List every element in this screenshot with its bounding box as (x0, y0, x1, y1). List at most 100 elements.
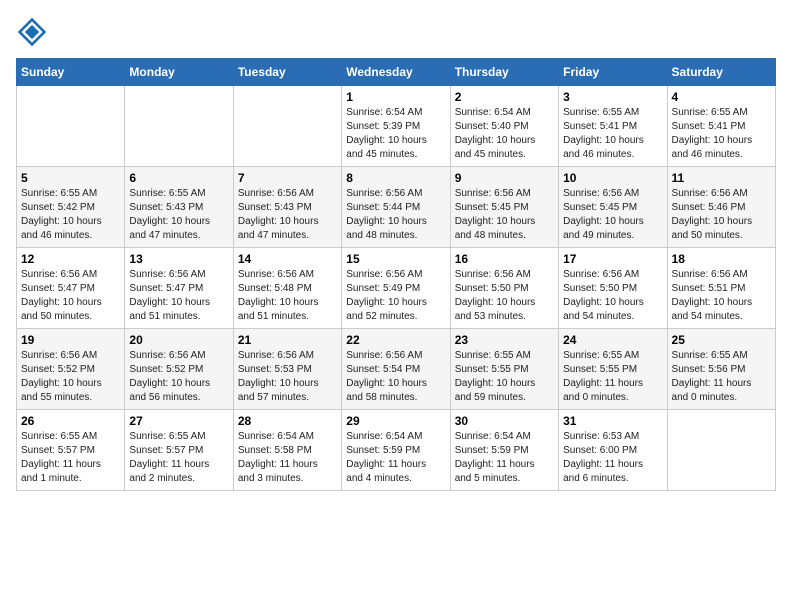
calendar-cell: 5Sunrise: 6:55 AM Sunset: 5:42 PM Daylig… (17, 167, 125, 248)
day-number: 5 (21, 171, 120, 185)
day-number: 26 (21, 414, 120, 428)
day-content: Sunrise: 6:56 AM Sunset: 5:43 PM Dayligh… (238, 187, 337, 243)
day-number: 24 (563, 333, 662, 347)
day-content: Sunrise: 6:56 AM Sunset: 5:48 PM Dayligh… (238, 268, 337, 324)
calendar-cell: 18Sunrise: 6:56 AM Sunset: 5:51 PM Dayli… (667, 248, 775, 329)
day-number: 16 (455, 252, 554, 266)
day-content: Sunrise: 6:56 AM Sunset: 5:45 PM Dayligh… (563, 187, 662, 243)
day-number: 17 (563, 252, 662, 266)
calendar-cell: 27Sunrise: 6:55 AM Sunset: 5:57 PM Dayli… (125, 410, 233, 491)
day-number: 19 (21, 333, 120, 347)
day-number: 22 (346, 333, 445, 347)
day-content: Sunrise: 6:56 AM Sunset: 5:45 PM Dayligh… (455, 187, 554, 243)
calendar-cell: 16 Sunrise: 6:56 AM Sunset: 5:50 PM Dayli… (450, 248, 558, 329)
day-content: Sunrise: 6:55 AM Sunset: 5:56 PM Dayligh… (672, 349, 771, 405)
day-number: 2 (455, 90, 554, 104)
calendar-cell: 23Sunrise: 6:55 AM Sunset: 5:55 PM Dayli… (450, 329, 558, 410)
day-number: 29 (346, 414, 445, 428)
day-number: 28 (238, 414, 337, 428)
day-number: 11 (672, 171, 771, 185)
day-number: 3 (563, 90, 662, 104)
day-number: 21 (238, 333, 337, 347)
day-number: 23 (455, 333, 554, 347)
calendar-week-row: 5Sunrise: 6:55 AM Sunset: 5:42 PM Daylig… (17, 167, 776, 248)
day-number: 10 (563, 171, 662, 185)
calendar-cell: 14 Sunrise: 6:56 AM Sunset: 5:48 PM Dayli… (233, 248, 341, 329)
day-number: 1 (346, 90, 445, 104)
day-content: Sunrise: 6:54 AM Sunset: 5:40 PM Dayligh… (455, 106, 554, 162)
calendar-cell: 6 Sunrise: 6:55 AM Sunset: 5:43 PM Daylig… (125, 167, 233, 248)
day-number: 7 (238, 171, 337, 185)
weekday-header: Friday (559, 59, 667, 86)
calendar-table: SundayMondayTuesdayWednesdayThursdayFrid… (16, 58, 776, 491)
day-content: Sunrise: 6:56 AM Sunset: 5:49 PM Dayligh… (346, 268, 445, 324)
weekday-header: Sunday (17, 59, 125, 86)
day-number: 27 (129, 414, 228, 428)
day-content: Sunrise: 6:54 AM Sunset: 5:59 PM Dayligh… (455, 430, 554, 486)
calendar-cell: 17 Sunrise: 6:56 AM Sunset: 5:50 PM Dayli… (559, 248, 667, 329)
day-number: 12 (21, 252, 120, 266)
calendar-cell: 22Sunrise: 6:56 AM Sunset: 5:54 PM Dayli… (342, 329, 450, 410)
weekday-header: Thursday (450, 59, 558, 86)
calendar-cell: 30 Sunrise: 6:54 AM Sunset: 5:59 PM Dayli… (450, 410, 558, 491)
day-number: 15 (346, 252, 445, 266)
day-content: Sunrise: 6:56 AM Sunset: 5:50 PM Dayligh… (563, 268, 662, 324)
day-content: Sunrise: 6:54 AM Sunset: 5:58 PM Dayligh… (238, 430, 337, 486)
calendar-cell: 8 Sunrise: 6:56 AM Sunset: 5:44 PM Daylig… (342, 167, 450, 248)
calendar-cell: 28 Sunrise: 6:54 AM Sunset: 5:58 PM Dayli… (233, 410, 341, 491)
day-number: 9 (455, 171, 554, 185)
day-number: 31 (563, 414, 662, 428)
calendar-cell (125, 86, 233, 167)
day-number: 30 (455, 414, 554, 428)
calendar-cell: 21 Sunrise: 6:56 AM Sunset: 5:53 PM Dayli… (233, 329, 341, 410)
day-content: Sunrise: 6:56 AM Sunset: 5:52 PM Dayligh… (129, 349, 228, 405)
weekday-header-row: SundayMondayTuesdayWednesdayThursdayFrid… (17, 59, 776, 86)
calendar-cell: 19 Sunrise: 6:56 AM Sunset: 5:52 PM Dayli… (17, 329, 125, 410)
calendar-cell: 31 Sunrise: 6:53 AM Sunset: 6:00 PM Dayli… (559, 410, 667, 491)
day-number: 4 (672, 90, 771, 104)
weekday-header: Monday (125, 59, 233, 86)
calendar-cell: 11 Sunrise: 6:56 AM Sunset: 5:46 PM Dayli… (667, 167, 775, 248)
day-content: Sunrise: 6:56 AM Sunset: 5:53 PM Dayligh… (238, 349, 337, 405)
weekday-header: Saturday (667, 59, 775, 86)
calendar-week-row: 19 Sunrise: 6:56 AM Sunset: 5:52 PM Dayli… (17, 329, 776, 410)
calendar-cell: 7 Sunrise: 6:56 AM Sunset: 5:43 PM Daylig… (233, 167, 341, 248)
day-content: Sunrise: 6:55 AM Sunset: 5:57 PM Dayligh… (21, 430, 120, 486)
calendar-cell (233, 86, 341, 167)
day-number: 13 (129, 252, 228, 266)
day-number: 25 (672, 333, 771, 347)
day-content: Sunrise: 6:56 AM Sunset: 5:52 PM Dayligh… (21, 349, 120, 405)
page-header (16, 16, 776, 48)
calendar-cell: 3Sunrise: 6:55 AM Sunset: 5:41 PM Daylig… (559, 86, 667, 167)
day-content: Sunrise: 6:56 AM Sunset: 5:47 PM Dayligh… (21, 268, 120, 324)
day-content: Sunrise: 6:55 AM Sunset: 5:43 PM Dayligh… (129, 187, 228, 243)
calendar-week-row: 26 Sunrise: 6:55 AM Sunset: 5:57 PM Dayli… (17, 410, 776, 491)
day-content: Sunrise: 6:56 AM Sunset: 5:51 PM Dayligh… (672, 268, 771, 324)
calendar-cell: 20Sunrise: 6:56 AM Sunset: 5:52 PM Dayli… (125, 329, 233, 410)
logo-icon (16, 16, 48, 48)
calendar-cell (667, 410, 775, 491)
calendar-week-row: 1Sunrise: 6:54 AM Sunset: 5:39 PM Daylig… (17, 86, 776, 167)
day-content: Sunrise: 6:55 AM Sunset: 5:41 PM Dayligh… (672, 106, 771, 162)
day-content: Sunrise: 6:56 AM Sunset: 5:50 PM Dayligh… (455, 268, 554, 324)
day-content: Sunrise: 6:56 AM Sunset: 5:44 PM Dayligh… (346, 187, 445, 243)
day-content: Sunrise: 6:56 AM Sunset: 5:47 PM Dayligh… (129, 268, 228, 324)
day-content: Sunrise: 6:54 AM Sunset: 5:59 PM Dayligh… (346, 430, 445, 486)
calendar-cell: 4 Sunrise: 6:55 AM Sunset: 5:41 PM Daylig… (667, 86, 775, 167)
calendar-cell: 25 Sunrise: 6:55 AM Sunset: 5:56 PM Dayli… (667, 329, 775, 410)
calendar-cell: 2 Sunrise: 6:54 AM Sunset: 5:40 PM Daylig… (450, 86, 558, 167)
calendar-cell: 24 Sunrise: 6:55 AM Sunset: 5:55 PM Dayli… (559, 329, 667, 410)
calendar-cell: 15 Sunrise: 6:56 AM Sunset: 5:49 PM Dayli… (342, 248, 450, 329)
day-number: 8 (346, 171, 445, 185)
day-number: 6 (129, 171, 228, 185)
day-content: Sunrise: 6:56 AM Sunset: 5:46 PM Dayligh… (672, 187, 771, 243)
calendar-cell: 29 Sunrise: 6:54 AM Sunset: 5:59 PM Dayli… (342, 410, 450, 491)
day-content: Sunrise: 6:55 AM Sunset: 5:55 PM Dayligh… (563, 349, 662, 405)
calendar-cell: 1Sunrise: 6:54 AM Sunset: 5:39 PM Daylig… (342, 86, 450, 167)
calendar-cell: 9 Sunrise: 6:56 AM Sunset: 5:45 PM Daylig… (450, 167, 558, 248)
calendar-cell: 12 Sunrise: 6:56 AM Sunset: 5:47 PM Dayli… (17, 248, 125, 329)
calendar-cell: 10 Sunrise: 6:56 AM Sunset: 5:45 PM Dayli… (559, 167, 667, 248)
day-content: Sunrise: 6:53 AM Sunset: 6:00 PM Dayligh… (563, 430, 662, 486)
calendar-cell: 13 Sunrise: 6:56 AM Sunset: 5:47 PM Dayli… (125, 248, 233, 329)
day-number: 14 (238, 252, 337, 266)
